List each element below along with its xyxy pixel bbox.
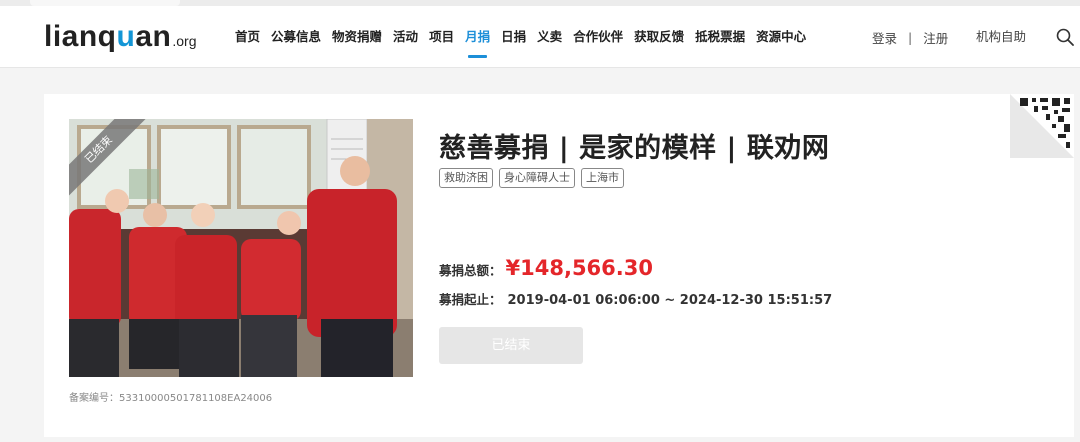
top-navigation: lianquan .org 首页 公募信息 物资捐赠 活动 项目 月捐 日捐 义… bbox=[0, 6, 1080, 68]
project-photo: 已结束 bbox=[69, 119, 413, 377]
auth-links: 登录 | 注册 bbox=[872, 6, 948, 68]
nav-item-projects[interactable]: 项目 bbox=[429, 6, 454, 68]
site-logo[interactable]: lianquan .org bbox=[44, 20, 196, 54]
nav-item-monthly-donation[interactable]: 月捐 bbox=[465, 6, 490, 68]
logo-suffix: .org bbox=[172, 33, 197, 49]
nav-item-material-donation[interactable]: 物资捐赠 bbox=[332, 6, 382, 68]
nav-item-tax-receipt[interactable]: 抵税票据 bbox=[695, 6, 745, 68]
tag-disability[interactable]: 身心障碍人士 bbox=[499, 168, 575, 188]
tag-relief[interactable]: 救助济困 bbox=[439, 168, 493, 188]
register-link[interactable]: 注册 bbox=[923, 28, 948, 47]
main-menu: 首页 公募信息 物资捐赠 活动 项目 月捐 日捐 义卖 合作伙伴 获取反馈 抵税… bbox=[235, 6, 817, 68]
amount-label: 募捐总额： bbox=[439, 263, 502, 278]
nav-item-partners[interactable]: 合作伙伴 bbox=[573, 6, 623, 68]
period-value: 2019-04-01 06:06:00 ~ 2024-12-30 15:51:5… bbox=[507, 293, 833, 308]
amount-row: 募捐总额： ¥148,566.30 bbox=[439, 256, 653, 280]
nav-item-public-fundraising[interactable]: 公募信息 bbox=[271, 6, 321, 68]
project-card: 已结束 备案编号：53310000501781108EA24006 慈善募捐 |… bbox=[44, 94, 1074, 437]
nav-item-daily-donation[interactable]: 日捐 bbox=[501, 6, 526, 68]
record-number: 备案编号：53310000501781108EA24006 bbox=[69, 393, 273, 404]
tag-shanghai[interactable]: 上海市 bbox=[581, 168, 624, 188]
amount-value: ¥148,566.30 bbox=[505, 256, 653, 280]
ended-status-button[interactable]: 已结束 bbox=[439, 327, 583, 364]
search-icon[interactable] bbox=[1056, 28, 1074, 46]
nav-item-home[interactable]: 首页 bbox=[235, 6, 260, 68]
qr-code-icon[interactable] bbox=[1010, 94, 1074, 158]
project-tags: 救助济困 身心障碍人士 上海市 bbox=[439, 168, 630, 188]
nav-item-resource-center[interactable]: 资源中心 bbox=[756, 6, 806, 68]
period-row: 募捐起止： 2019-04-01 06:06:00 ~ 2024-12-30 1… bbox=[439, 289, 832, 308]
logo-wordmark: lianquan bbox=[44, 20, 172, 53]
group-photo-illustration bbox=[69, 119, 413, 377]
login-link[interactable]: 登录 bbox=[872, 28, 897, 47]
nav-item-feedback[interactable]: 获取反馈 bbox=[634, 6, 684, 68]
nav-item-charity-sale[interactable]: 义卖 bbox=[537, 6, 562, 68]
project-title: 慈善募捐 | 是家的模样 | 联劝网 bbox=[439, 133, 830, 164]
org-self-help-link[interactable]: 机构自助 bbox=[976, 6, 1026, 68]
auth-separator: | bbox=[908, 29, 913, 45]
nav-item-activities[interactable]: 活动 bbox=[393, 6, 418, 68]
period-label: 募捐起止： bbox=[439, 292, 502, 307]
